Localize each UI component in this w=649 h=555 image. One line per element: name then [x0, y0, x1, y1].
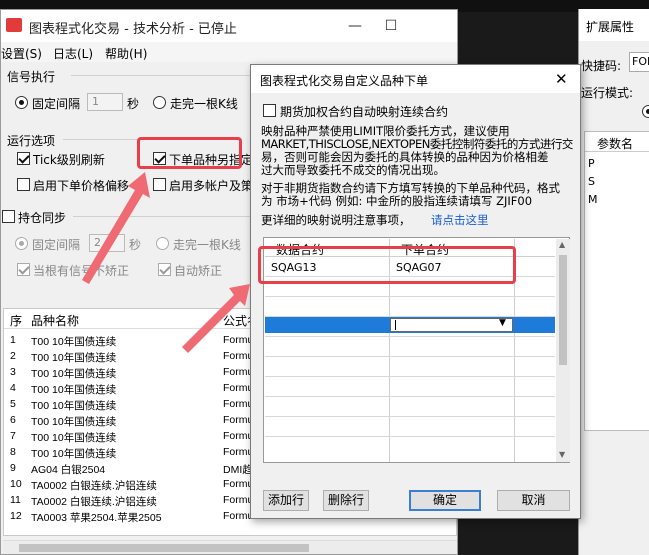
- arrow-to-grid: [182, 284, 250, 353]
- arrow-to-checkbox: [82, 172, 150, 284]
- annotation-arrows: [82, 172, 250, 353]
